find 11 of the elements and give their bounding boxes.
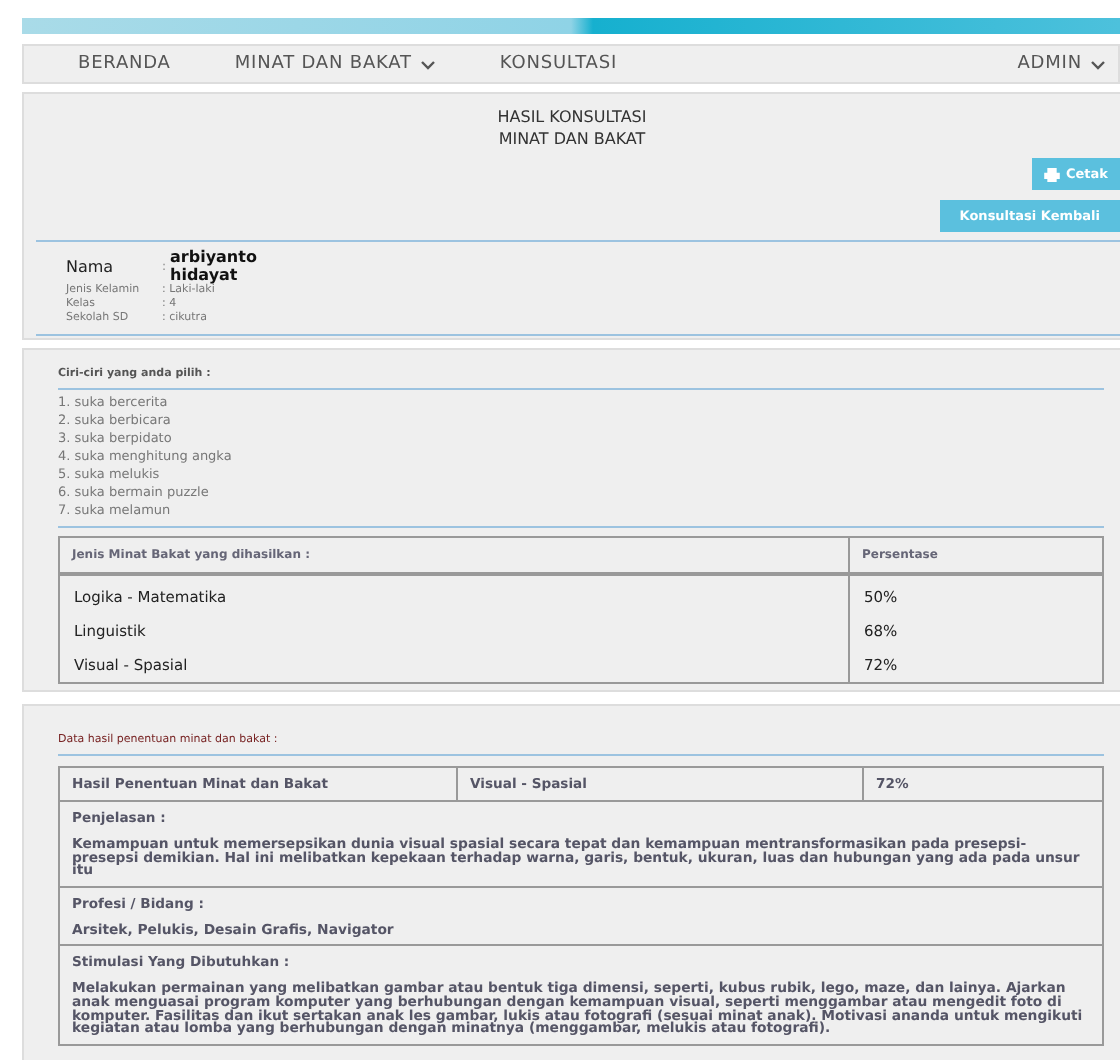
- nav-link[interactable]: BERANDA: [78, 54, 171, 74]
- chevron-icon: [419, 59, 436, 69]
- chevron-icon: [1090, 59, 1106, 69]
- printer-icon: [1044, 167, 1060, 181]
- field-label: Nama: [66, 257, 116, 275]
- student-name: arbiyanto hidayat: [170, 248, 259, 284]
- user-menu[interactable]: ADMIN: [1017, 54, 1106, 74]
- page-title: MINAT DAN BAKAT: [496, 128, 648, 150]
- nav-link[interactable]: MINAT DAN BAKAT: [234, 54, 436, 74]
- nav-link[interactable]: KONSULTASI: [499, 54, 618, 74]
- page-title: HASIL KONSULTASI: [495, 106, 649, 128]
